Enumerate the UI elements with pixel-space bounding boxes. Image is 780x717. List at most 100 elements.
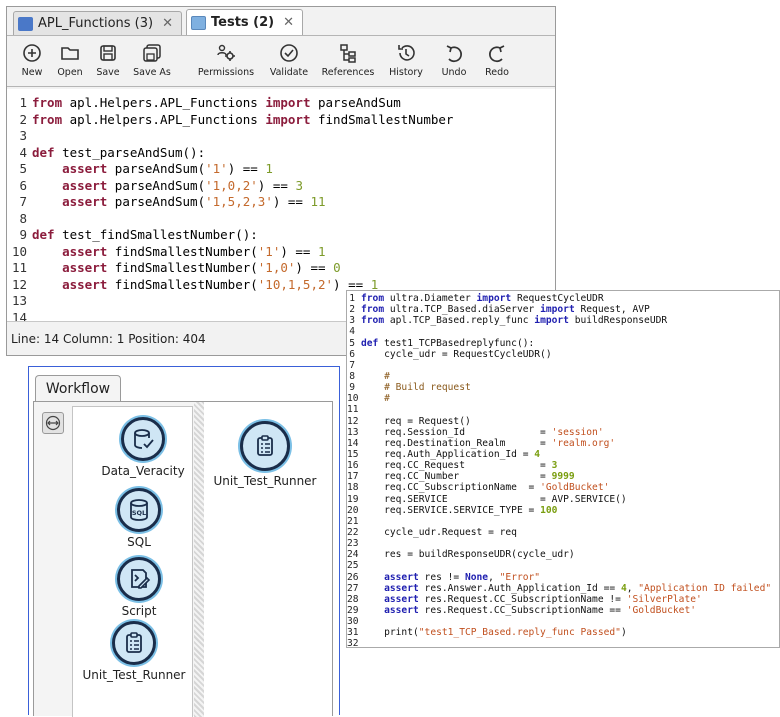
new-button[interactable]: New xyxy=(13,42,51,78)
history-button[interactable]: History xyxy=(381,42,431,78)
code-line: 19 req.SERVICE = AVP.SERVICE() xyxy=(347,494,779,505)
references-button[interactable]: References xyxy=(315,42,381,78)
code-token: '1,0,2' xyxy=(205,177,258,193)
line-number: 19 xyxy=(347,493,359,505)
code-token: cycle_udr = RequestCycleUDR() xyxy=(361,348,552,360)
tab-apl-functions[interactable]: APL_Functions (3) ✕ xyxy=(13,11,182,35)
code-token: "Application ID failed" xyxy=(638,582,772,594)
save-as-label: Save As xyxy=(133,67,171,78)
palette-item-data-veracity[interactable]: Data_Veracity xyxy=(95,417,191,478)
splitter-handle[interactable] xyxy=(194,402,204,717)
line-number: 16 xyxy=(347,460,359,472)
line-number: 23 xyxy=(347,538,359,550)
save-as-button[interactable]: Save As xyxy=(127,42,177,78)
code-line: 32 xyxy=(347,638,779,647)
code-token: '1,5,2,3' xyxy=(205,194,273,209)
new-label: New xyxy=(21,67,43,78)
code-token: parseAndSum( xyxy=(107,161,206,176)
line-number: 10 xyxy=(11,243,27,259)
code-line: 18 req.CC_SubscriptionName = 'GoldBucket… xyxy=(347,482,779,493)
line-number: 29 xyxy=(347,604,359,616)
tab-tests[interactable]: Tests (2) ✕ xyxy=(186,9,304,35)
undo-label: Undo xyxy=(441,67,467,78)
code-line: 2 from ultra.TCP_Based.diaServer import R… xyxy=(347,304,779,315)
line-number: 2 xyxy=(349,304,355,316)
close-icon[interactable]: ✕ xyxy=(162,16,173,31)
code-token: ultra.Diameter xyxy=(384,293,477,304)
code-token: assert xyxy=(62,177,108,193)
code-token: assert xyxy=(62,161,108,176)
code-line: 20 req.SERVICE.SERVICE_TYPE = 100 xyxy=(347,505,779,516)
code-token: import xyxy=(265,111,311,127)
line-number: 6 xyxy=(349,348,355,360)
code-token: 0 xyxy=(333,260,341,275)
line-number: 27 xyxy=(347,582,359,594)
line-number: 3 xyxy=(349,315,355,327)
code-token: ) == xyxy=(272,194,311,209)
canvas-node-unit-test-runner[interactable]: Unit_Test_Runner xyxy=(210,421,320,488)
code-token: 3 xyxy=(551,460,558,472)
open-button[interactable]: Open xyxy=(51,42,89,78)
line-number: 24 xyxy=(347,549,359,561)
editor-toolbar: New Open Save Save As Permissions Valida… xyxy=(7,35,555,87)
code-token: RequestCycleUDR xyxy=(511,293,604,304)
collapse-palette-button[interactable] xyxy=(42,412,64,434)
redo-label: Redo xyxy=(485,67,509,78)
permissions-button[interactable]: Permissions xyxy=(189,42,263,78)
line-number: 12 xyxy=(347,415,359,427)
undo-button[interactable]: Undo xyxy=(431,42,477,78)
plus-circle-icon xyxy=(23,44,41,62)
palette-item-sql[interactable]: SQL SQL xyxy=(117,488,161,549)
code-text: req.Destination_Realm = 'realm.org' xyxy=(361,438,615,449)
redo-button[interactable]: Redo xyxy=(477,42,517,78)
code-token: '1' xyxy=(257,243,281,259)
save-button[interactable]: Save xyxy=(89,42,127,78)
code-token: 100 xyxy=(540,504,558,516)
code-text: from apl.Helpers.APL_Functions import fi… xyxy=(32,112,453,129)
line-number: 8 xyxy=(19,210,27,226)
code-text: assert findSmallestNumber('1') == 1 xyxy=(32,243,325,261)
code-token: assert xyxy=(62,276,108,292)
line-number: 5 xyxy=(19,161,27,176)
close-icon[interactable]: ✕ xyxy=(283,15,294,30)
line-number: 2 xyxy=(19,111,27,127)
code-text: res = buildResponseUDR(cycle_udr) xyxy=(361,549,575,560)
palette-item-label: Script xyxy=(121,604,157,618)
tab-workflow[interactable]: Workflow xyxy=(35,375,121,402)
code-text: cycle_udr.Request = req xyxy=(361,527,517,538)
code-line: 8 # xyxy=(347,371,779,382)
code-token: "test1_TCP_Based.reply_func Passed" xyxy=(418,627,621,639)
code-line: 21 xyxy=(347,516,779,527)
code-text: # xyxy=(361,393,390,404)
undo-icon xyxy=(446,45,462,63)
svg-text:SQL: SQL xyxy=(132,509,146,517)
code-text: from ultra.TCP_Based.diaServer import Re… xyxy=(361,304,650,315)
code-editor[interactable]: 1 from apl.Helpers.APL_Functions import p… xyxy=(7,89,555,325)
workflow-canvas[interactable]: Unit_Test_Runner xyxy=(204,402,332,717)
tab-apl-functions-label: APL_Functions (3) xyxy=(38,16,154,31)
validate-label: Validate xyxy=(269,67,309,78)
code-token: '1,0' xyxy=(257,260,296,275)
permissions-icon xyxy=(217,44,235,61)
palette-item-script[interactable]: Script xyxy=(117,557,161,618)
palette-item-unit-test-runner[interactable]: Unit_Test_Runner xyxy=(79,621,189,682)
line-number: 13 xyxy=(11,293,27,308)
code-token: 'GoldBucket' xyxy=(540,482,610,494)
script-icon xyxy=(117,557,161,601)
code-token: req.Auth_Application_Id = xyxy=(361,448,535,460)
code-line: 11 xyxy=(347,404,779,415)
code-token: 11 xyxy=(310,194,326,209)
code-line: 24 res = buildResponseUDR(cycle_udr) xyxy=(347,549,779,560)
code-text: req.CC_SubscriptionName = 'GoldBucket' xyxy=(361,482,609,493)
code-line: 5 assert parseAndSum('1') == 1 xyxy=(7,161,555,178)
validate-button[interactable]: Validate xyxy=(263,42,315,78)
code-text: assert res.Request.CC_SubscriptionName !… xyxy=(361,594,702,605)
code-line: 23 xyxy=(347,538,779,549)
line-number: 7 xyxy=(349,359,355,371)
code-token: print( xyxy=(361,627,419,639)
line-number: 5 xyxy=(349,337,355,349)
code-token: 1 xyxy=(265,161,273,176)
code-token: def xyxy=(32,227,55,242)
